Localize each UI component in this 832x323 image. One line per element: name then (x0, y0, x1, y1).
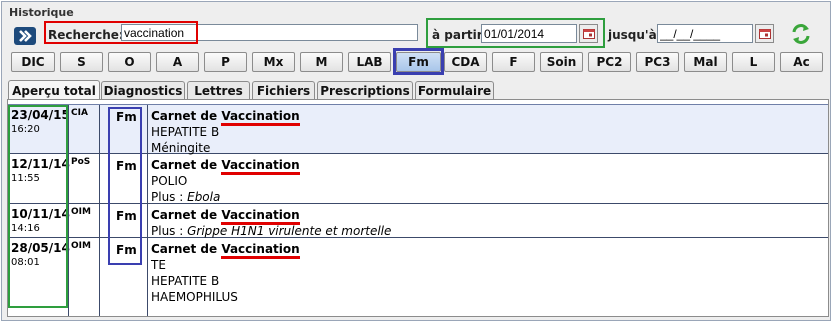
history-window: Historique Recherche: à partir: jusqu'à: (1, 1, 831, 321)
filter-button-pc3[interactable]: PC3 (636, 52, 679, 72)
entry-title-prefix: Carnet de (151, 158, 222, 172)
from-date-calendar-button[interactable] (579, 24, 598, 43)
entry-author-code: OIM (71, 207, 91, 217)
entry-content: Carnet de Vaccination POLIO Plus : Ebola (151, 157, 300, 205)
entry-plus-value: Ebola (187, 190, 221, 204)
entry-date: 10/11/14 (11, 207, 70, 221)
entry-line: HEPATITE B (151, 274, 220, 288)
list-item[interactable]: 10/11/14 14:16 OIM Fm Carnet de Vaccinat… (8, 204, 828, 238)
entry-type: Fm (116, 243, 137, 257)
entry-time: 11:55 (11, 173, 40, 184)
tab-diagnostics[interactable]: Diagnostics (101, 81, 185, 99)
window-title: Historique (9, 6, 74, 19)
entry-time: 14:16 (11, 223, 40, 234)
filter-button-s[interactable]: S (60, 52, 103, 72)
list-item[interactable]: 23/04/15 16:20 CIA Fm Carnet de Vaccinat… (8, 104, 828, 156)
filter-button-o[interactable]: O (108, 52, 151, 72)
filter-button-f[interactable]: F (492, 52, 535, 72)
tab-apercu-total[interactable]: Aperçu total (8, 80, 100, 100)
to-date-field[interactable] (657, 24, 753, 43)
entry-type: Fm (116, 209, 137, 223)
filter-button-cda[interactable]: CDA (444, 52, 487, 72)
entry-content: Carnet de Vaccination TE HEPATITE B HAEM… (151, 241, 300, 305)
entry-date: 23/04/15 (11, 108, 70, 122)
tab-fichiers[interactable]: Fichiers (252, 81, 315, 99)
search-input[interactable] (121, 24, 418, 41)
entry-line: POLIO (151, 174, 188, 188)
entry-plus-label: Plus : (151, 190, 188, 204)
list-item[interactable]: 28/05/14 08:01 OIM Fm Carnet de Vaccinat… (8, 238, 828, 316)
refresh-button[interactable] (790, 23, 812, 48)
entry-title-prefix: Carnet de (151, 208, 222, 222)
filter-button-p[interactable]: P (204, 52, 247, 72)
filter-button-m[interactable]: M (300, 52, 343, 72)
entry-title-highlight: Vaccination (221, 158, 300, 175)
search-label: Recherche: (48, 28, 124, 42)
filter-button-lab[interactable]: LAB (348, 52, 391, 72)
filter-button-pc2[interactable]: PC2 (588, 52, 631, 72)
entry-line: TE (151, 258, 166, 272)
clear-search-button[interactable] (14, 27, 36, 45)
entry-title-prefix: Carnet de (151, 242, 222, 256)
filter-button-l[interactable]: L (732, 52, 775, 72)
to-date-label: jusqu'à: (608, 28, 662, 42)
entry-content: Carnet de Vaccination Plus : Grippe H1N1… (151, 207, 391, 239)
filter-button-mx[interactable]: Mx (252, 52, 295, 72)
entry-time: 08:01 (11, 257, 40, 268)
filter-button-mal[interactable]: Mal (684, 52, 727, 72)
close-icon (19, 30, 32, 42)
entry-title-prefix: Carnet de (151, 109, 222, 123)
entry-date: 28/05/14 (11, 241, 70, 255)
from-date-field[interactable] (481, 24, 577, 43)
entry-author-code: OIM (71, 241, 91, 251)
list-item[interactable]: 12/11/14 11:55 PoS Fm Carnet de Vaccinat… (8, 154, 828, 204)
calendar-icon (758, 28, 771, 39)
entry-title-highlight: Vaccination (221, 109, 300, 126)
entry-type: Fm (116, 110, 137, 124)
filter-button-soin[interactable]: Soin (540, 52, 583, 72)
calendar-icon (582, 28, 595, 39)
filter-button-a[interactable]: A (156, 52, 199, 72)
tab-formulaire[interactable]: Formulaire (415, 81, 494, 99)
results-list: 23/04/15 16:20 CIA Fm Carnet de Vaccinat… (7, 99, 829, 317)
filter-button-ac[interactable]: Ac (780, 52, 823, 72)
from-date-label: à partir: (432, 28, 488, 42)
entry-author-code: PoS (71, 157, 91, 167)
entry-plus-value: Grippe H1N1 virulente et mortelle (187, 224, 392, 238)
entry-plus-label: Plus : (151, 224, 188, 238)
filter-button-dic[interactable]: DIC (11, 52, 55, 72)
entry-type: Fm (116, 159, 137, 173)
to-date-calendar-button[interactable] (755, 24, 774, 43)
entry-date: 12/11/14 (11, 157, 70, 171)
tab-prescriptions[interactable]: Prescriptions (317, 81, 413, 99)
filter-button-fm[interactable]: Fm (396, 52, 441, 72)
entry-title-highlight: Vaccination (221, 242, 300, 259)
entry-author-code: CIA (71, 108, 88, 118)
entry-content: Carnet de Vaccination HEPATITE B Méningi… (151, 108, 300, 156)
entry-time: 16:20 (11, 124, 40, 135)
entry-line: HEPATITE B (151, 125, 220, 139)
tab-lettres[interactable]: Lettres (187, 81, 250, 99)
refresh-icon (792, 24, 810, 44)
entry-line: HAEMOPHILUS (151, 290, 238, 304)
